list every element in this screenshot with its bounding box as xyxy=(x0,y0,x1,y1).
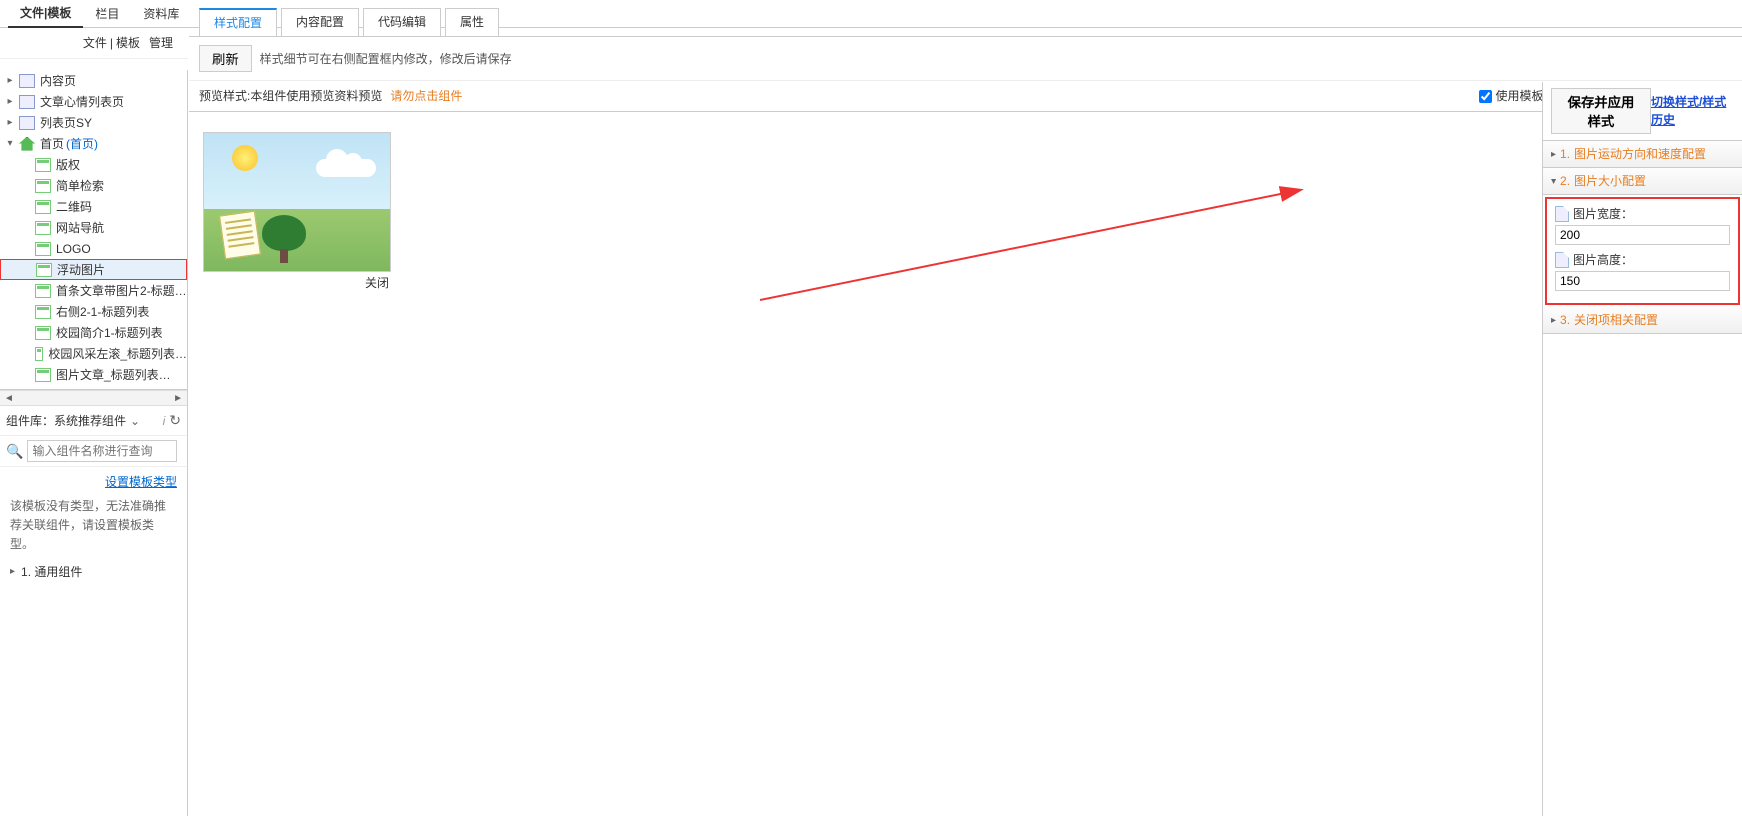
lib-label: 组件库： xyxy=(6,412,54,430)
width-label: 图片宽度： xyxy=(1573,205,1633,223)
component-icon xyxy=(35,242,51,256)
cloud-icon xyxy=(316,159,376,177)
set-template-type-link[interactable]: 设置模板类型 xyxy=(0,467,187,497)
height-label: 图片高度： xyxy=(1573,251,1633,269)
config-tabs: 样式配置 内容配置 代码编辑 属性 xyxy=(189,0,1742,37)
tree-node-content[interactable]: ▸内容页 xyxy=(0,70,187,91)
tree-node-float-image[interactable]: 浮动图片 xyxy=(0,259,187,280)
gen-num: 1. xyxy=(21,563,31,581)
sub-bar: 文件| 模板 管理 xyxy=(0,28,188,59)
left-panel: ▸内容页 ▸文章心情列表页 ▸列表页SY ▾首页(首页) 版权 简单检索 二维码… xyxy=(0,70,188,816)
tab-code-edit[interactable]: 代码编辑 xyxy=(363,8,441,36)
tab-props[interactable]: 属性 xyxy=(445,8,499,36)
tab-style-config[interactable]: 样式配置 xyxy=(199,8,277,36)
twisty-icon: ▸ xyxy=(10,564,15,579)
field-height: 图片高度： xyxy=(1555,251,1730,291)
tree-node-right21[interactable]: 右侧2-1-标题列表 xyxy=(0,301,187,322)
tree-node-imgart[interactable]: 图片文章_标题列表… xyxy=(0,364,187,385)
component-icon xyxy=(35,221,51,235)
home-icon xyxy=(19,137,35,151)
tab-file-template[interactable]: 文件|模板 xyxy=(8,0,83,28)
preview-canvas: 关闭 xyxy=(189,108,1542,816)
switch-style-link[interactable]: 切换样式/样式历史 xyxy=(1651,93,1734,129)
tree-node-listsy[interactable]: ▸列表页SY xyxy=(0,112,187,133)
sub-template[interactable]: 模板 xyxy=(116,34,140,52)
component-icon xyxy=(35,200,51,214)
paper-icon xyxy=(219,211,261,260)
gen-label: 通用组件 xyxy=(34,563,82,581)
close-link[interactable]: 关闭 xyxy=(203,272,391,292)
tree-node-first-article[interactable]: 首条文章带图片2-标题… xyxy=(0,280,187,301)
component-icon xyxy=(35,368,51,382)
tab-resources[interactable]: 资料库 xyxy=(131,1,191,27)
component-icon xyxy=(35,305,51,319)
scene-image xyxy=(203,132,391,272)
tree-node-search[interactable]: 简单检索 xyxy=(0,175,187,196)
width-input[interactable] xyxy=(1555,225,1730,245)
info-icon[interactable]: i xyxy=(163,412,166,430)
lib-search-row: 🔍 xyxy=(0,436,187,467)
preview-desc: 本组件使用预览资料预览 xyxy=(250,87,382,105)
sub-manage[interactable]: 管理 xyxy=(149,34,173,52)
height-input[interactable] xyxy=(1555,271,1730,291)
page-icon xyxy=(19,74,35,88)
lib-search-input[interactable] xyxy=(27,440,177,462)
lib-note: 该模板没有类型，无法准确推荐关联组件，请设置模板类型。 xyxy=(0,497,187,555)
save-row: 保存并应用样式 切换样式/样式历史 xyxy=(1543,82,1742,141)
accordion-size[interactable]: ▸2.图片大小配置 xyxy=(1543,168,1742,195)
tab-content-config[interactable]: 内容配置 xyxy=(281,8,359,36)
component-lib-header: 组件库： 系统推荐组件 ⌄ i ↻ xyxy=(0,406,187,436)
tree-hscrollbar[interactable]: ◄► xyxy=(0,390,187,406)
field-width: 图片宽度： xyxy=(1555,205,1730,245)
tree-node-campus[interactable]: 校园简介1-标题列表 xyxy=(0,322,187,343)
general-component-node[interactable]: ▸ 1. 通用组件 xyxy=(0,555,187,589)
tree-node-logo[interactable]: LOGO xyxy=(0,238,187,259)
component-icon xyxy=(35,179,51,193)
refresh-icon[interactable]: ↻ xyxy=(169,410,181,431)
size-config-body: 图片宽度： 图片高度： xyxy=(1545,197,1740,305)
tree-node-qr[interactable]: 二维码 xyxy=(0,196,187,217)
search-icon: 🔍 xyxy=(6,441,23,462)
sub-file[interactable]: 文件 xyxy=(83,34,107,52)
preview-warning: 请勿点击组件 xyxy=(390,87,462,105)
save-apply-button[interactable]: 保存并应用样式 xyxy=(1551,88,1651,134)
component-icon xyxy=(35,347,43,361)
tree-node-article[interactable]: ▸文章心情列表页 xyxy=(0,91,187,112)
sun-icon xyxy=(232,145,258,171)
toolbar: 刷新 样式细节可在右侧配置框内修改，修改后请保存 xyxy=(189,37,1742,81)
tree-node-home[interactable]: ▾首页(首页) xyxy=(0,133,187,154)
preview-label: 预览样式: xyxy=(199,87,250,105)
tree-node-scroll[interactable]: 校园风采左滚_标题列表… xyxy=(0,343,187,364)
tree-node-copyright[interactable]: 版权 xyxy=(0,154,187,175)
chevron-down-icon[interactable]: ⌄ xyxy=(130,412,140,430)
accordion-close[interactable]: ▸3.关闭项相关配置 xyxy=(1543,307,1742,334)
lib-dropdown[interactable]: 系统推荐组件 xyxy=(54,412,126,430)
tree-icon xyxy=(262,215,306,263)
right-config-panel: 保存并应用样式 切换样式/样式历史 ▸1.图片运动方向和速度配置 ▸2.图片大小… xyxy=(1542,82,1742,816)
toolbar-hint: 样式细节可在右侧配置框内修改，修改后请保存 xyxy=(260,50,512,68)
component-icon xyxy=(35,326,51,340)
component-icon xyxy=(36,263,52,277)
main-area: 样式配置 内容配置 代码编辑 属性 刷新 样式细节可在右侧配置框内修改，修改后请… xyxy=(189,0,1742,816)
page-icon xyxy=(19,116,35,130)
accordion-motion[interactable]: ▸1.图片运动方向和速度配置 xyxy=(1543,141,1742,168)
tab-column[interactable]: 栏目 xyxy=(83,1,131,27)
float-image-component: 关闭 xyxy=(203,132,391,292)
scroll-right-icon[interactable]: ► xyxy=(173,391,183,406)
component-icon xyxy=(35,158,51,172)
tree-node-nav[interactable]: 网站导航 xyxy=(0,217,187,238)
field-icon xyxy=(1555,206,1569,222)
component-icon xyxy=(35,284,51,298)
field-icon xyxy=(1555,252,1569,268)
page-icon xyxy=(19,95,35,109)
template-tree[interactable]: ▸内容页 ▸文章心情列表页 ▸列表页SY ▾首页(首页) 版权 简单检索 二维码… xyxy=(0,70,187,390)
refresh-button[interactable]: 刷新 xyxy=(199,45,252,72)
scroll-left-icon[interactable]: ◄ xyxy=(4,391,14,406)
